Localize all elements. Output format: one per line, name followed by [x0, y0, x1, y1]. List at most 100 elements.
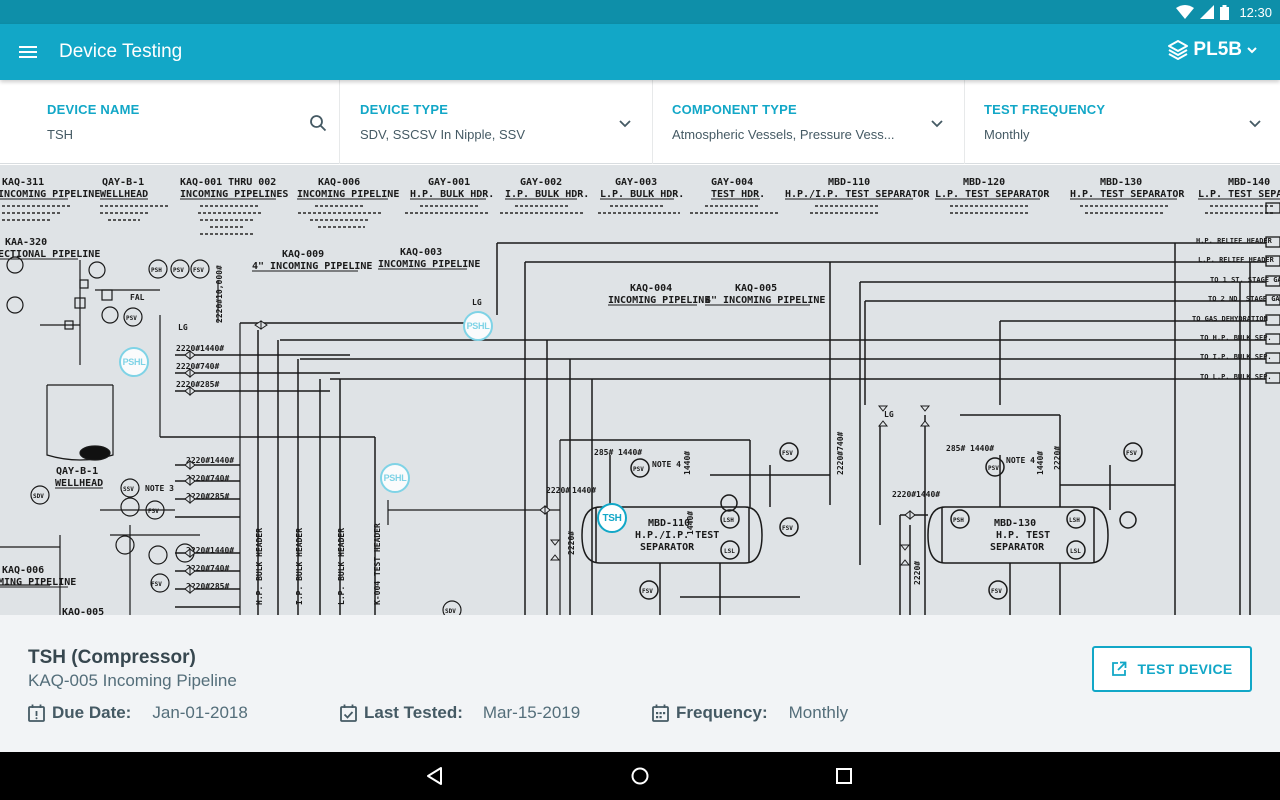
header-line-label: TO I.P. BULK SEP. — [1200, 353, 1272, 361]
recents-icon[interactable] — [832, 764, 856, 788]
svg-text:1440#: 1440# — [210, 546, 234, 555]
svg-text:PSH: PSH — [151, 267, 162, 274]
calendar-check-icon — [340, 704, 357, 722]
svg-text:LSL: LSL — [724, 548, 735, 555]
line-label: QAY-B-1 — [56, 466, 98, 477]
layers-icon — [1168, 40, 1189, 60]
frequency-value: Monthly — [788, 703, 849, 722]
svg-text:H.P. BULK HEADER: H.P. BULK HEADER — [255, 528, 264, 605]
svg-text:LG: LG — [178, 323, 188, 332]
device-marker-pshl[interactable]: PSHL — [380, 463, 410, 493]
filter-device-name[interactable]: DEVICE NAME TSH — [0, 80, 340, 164]
cell-signal-icon — [1200, 5, 1215, 19]
header-name: KAQ-311 — [2, 177, 44, 188]
svg-text:2220#: 2220# — [176, 344, 200, 353]
svg-text:PSH: PSH — [953, 517, 964, 524]
app-bar: Device Testing PL5B — [0, 24, 1280, 80]
page-title: Device Testing — [59, 41, 183, 62]
search-icon[interactable] — [309, 114, 327, 132]
svg-text:285#: 285# — [210, 582, 229, 591]
svg-text:285#: 285# — [946, 444, 965, 453]
header-line-label: TO GAS DEHYDRATION — [1192, 315, 1268, 323]
header-line-label: TO L.P. BULK SEP. — [1200, 373, 1272, 381]
svg-text:PSV: PSV — [126, 315, 137, 322]
header-name: MBD-130 — [1100, 177, 1142, 188]
header-name: GAY-002 — [520, 177, 562, 188]
line-label: KAQ-005 — [62, 607, 104, 615]
system-nav-bar — [0, 752, 1280, 800]
device-type-select[interactable]: SDV, SSCSV In Nipple, SSV — [360, 127, 605, 142]
svg-text:1440#: 1440# — [572, 486, 596, 495]
svg-text:FSV: FSV — [642, 588, 653, 595]
svg-text:2220#740#: 2220#740# — [836, 431, 845, 475]
svg-text:LSL: LSL — [1070, 548, 1081, 555]
line-label-sub: MING PIPELINE — [0, 577, 76, 588]
svg-text:2220#: 2220# — [567, 531, 576, 555]
open-external-icon — [1112, 661, 1127, 676]
home-icon[interactable] — [628, 764, 652, 788]
facility-selector[interactable]: PL5B — [1167, 39, 1258, 61]
header-name: GAY-003 — [615, 177, 657, 188]
test-device-label: TEST DEVICE — [1137, 661, 1233, 677]
chevron-down-icon — [619, 120, 631, 128]
last-tested-value: Mar-15-2019 — [482, 703, 581, 722]
header-name: MBD-140 — [1228, 177, 1270, 188]
header-sub: L.P. BULK HDR. — [600, 189, 684, 200]
svg-text:1440#: 1440# — [618, 448, 642, 457]
line-label: KAQ-003 — [400, 247, 442, 258]
line-label: KAQ-004 — [630, 283, 672, 294]
header-line-label: L.P. RELIEF HEADER — [1198, 256, 1275, 264]
header-name: KAQ-001 THRU 002 — [180, 177, 276, 188]
status-bar: 12:30 — [0, 0, 1280, 24]
device-detail-panel: TSH (Compressor) KAQ-005 Incoming Pipeli… — [0, 615, 1280, 752]
component-type-select[interactable]: Atmospheric Vessels, Pressure Vess... — [672, 127, 917, 142]
frequency-label: Frequency: — [676, 703, 768, 722]
filter-label: DEVICE TYPE — [360, 102, 449, 117]
svg-text:1440#: 1440# — [970, 444, 994, 453]
test-device-button[interactable]: TEST DEVICE — [1092, 646, 1252, 692]
svg-text:FSV: FSV — [151, 581, 162, 588]
filter-component-type[interactable]: COMPONENT TYPE Atmospheric Vessels, Pres… — [653, 80, 965, 164]
filter-device-type[interactable]: DEVICE TYPE SDV, SSCSV In Nipple, SSV — [340, 80, 653, 164]
svg-text:1440#: 1440# — [200, 344, 224, 353]
vessel-label: MBD-110 — [648, 518, 690, 529]
header-line-label: TO H.P. BULK SEP. — [1200, 334, 1272, 342]
header-sub: INCOMING PIPELINES — [180, 189, 288, 200]
clock: 12:30 — [1239, 4, 1272, 20]
chevron-down-icon — [1249, 120, 1261, 128]
vessel-label: SEPARATOR — [990, 542, 1045, 553]
header-sub: WELLHEAD — [100, 189, 148, 200]
device-marker-tsh[interactable]: TSH — [597, 503, 627, 533]
svg-text:FSV: FSV — [1126, 450, 1137, 457]
chevron-down-icon — [1247, 47, 1257, 54]
svg-text:FSV: FSV — [991, 588, 1002, 595]
header-sub: L.P. TEST SEPAR — [1198, 189, 1280, 200]
last-tested: Last Tested: Mar-15-2019 — [340, 701, 580, 725]
header-sub: I.P. BULK HDR. — [505, 189, 589, 200]
svg-text:NOTE 3: NOTE 3 — [145, 484, 174, 493]
svg-text:PSV: PSV — [988, 465, 999, 472]
due-date: Due Date: Jan-01-2018 — [28, 701, 248, 725]
frequency: Frequency: Monthly — [652, 701, 848, 725]
device-name-input[interactable]: TSH — [47, 127, 297, 142]
svg-text:285#: 285# — [210, 492, 229, 501]
menu-icon[interactable] — [16, 40, 40, 64]
header-sub: H.P. TEST SEPARATOR — [1070, 189, 1185, 200]
filter-label: DEVICE NAME — [47, 102, 140, 117]
line-label-sub: 4" INCOMING PIPELINE — [705, 295, 825, 306]
header-name: QAY-B-1 — [102, 177, 144, 188]
header-line-label: TO 1 ST. STAGE GAS COMPRESSOR — [1210, 276, 1280, 284]
header-name: MBD-110 — [828, 177, 870, 188]
svg-text:FSV: FSV — [782, 525, 793, 532]
device-marker-pshl[interactable]: PSHL — [463, 311, 493, 341]
header-sub: H.P./I.P. TEST SEPARATOR — [785, 189, 930, 200]
filter-test-frequency[interactable]: TEST FREQUENCY Monthly — [965, 80, 1280, 164]
svg-text:1440#: 1440# — [916, 490, 940, 499]
device-marker-pshl[interactable]: PSHL — [119, 347, 149, 377]
svg-text:K-004 TEST HEADER: K-004 TEST HEADER — [373, 523, 382, 605]
pid-diagram[interactable]: KAQ-311 INCOMING PIPELINE QAY-B-1 WELLHE… — [0, 165, 1280, 615]
line-label-sub: INCOMING PIPELINE — [608, 295, 710, 306]
test-frequency-select[interactable]: Monthly — [984, 127, 1229, 142]
line-label-sub: INCOMING PIPELINE — [378, 259, 480, 270]
back-icon[interactable] — [423, 764, 447, 788]
